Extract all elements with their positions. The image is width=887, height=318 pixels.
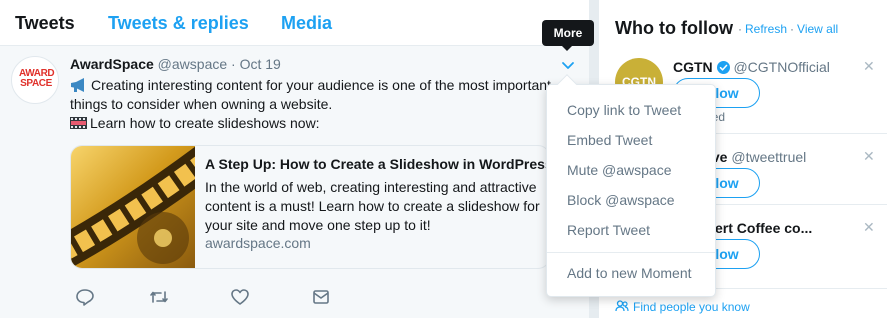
people-icon bbox=[615, 300, 629, 312]
verified-badge-icon bbox=[716, 61, 730, 74]
twitter-profile-screen: Tweets Tweets & replies Media AWARD SPAC… bbox=[0, 0, 887, 318]
dismiss-icon[interactable]: ✕ bbox=[863, 219, 875, 236]
view-all-link[interactable]: View all bbox=[797, 22, 838, 36]
avatar-logo-text: AWARD SPACE bbox=[19, 68, 55, 89]
suggestion-name[interactable]: CGTN bbox=[673, 59, 713, 75]
who-to-follow-links: · Refresh · View all bbox=[735, 22, 838, 36]
find-people-label: Find people you know bbox=[633, 300, 750, 314]
who-to-follow-title: Who to follow bbox=[615, 18, 733, 38]
tweet-text-line-3: Learn how to create slideshows now: bbox=[90, 115, 320, 131]
suggestion-handle[interactable]: @tweettruel bbox=[731, 149, 806, 165]
refresh-link[interactable]: Refresh bbox=[745, 22, 787, 36]
menu-item-copy-link[interactable]: Copy link to Tweet bbox=[567, 102, 681, 118]
avatar[interactable]: AWARD SPACE bbox=[11, 56, 59, 104]
tweet-text-line-2: things to consider when owning a website… bbox=[70, 96, 333, 112]
card-description: In the world of web, creating interestin… bbox=[205, 179, 540, 233]
card-text: A Step Up: How to Create a Slideshow in … bbox=[205, 146, 550, 268]
suggestion-name-row: CGTN @CGTNOfficial bbox=[673, 59, 830, 75]
menu-item-embed-tweet[interactable]: Embed Tweet bbox=[567, 132, 652, 148]
menu-divider bbox=[547, 252, 715, 253]
card-domain: awardspace.com bbox=[205, 235, 311, 251]
megaphone-icon bbox=[71, 78, 84, 92]
film-frames-icon bbox=[70, 117, 87, 129]
tweet-text: Creating interesting content for your au… bbox=[70, 76, 570, 133]
timeline-column: Tweets Tweets & replies Media AWARD SPAC… bbox=[0, 0, 589, 318]
heart-icon[interactable] bbox=[229, 286, 251, 308]
tweet-author-name[interactable]: AwardSpace bbox=[70, 56, 154, 72]
dismiss-icon[interactable]: ✕ bbox=[863, 148, 875, 165]
dismiss-icon[interactable]: ✕ bbox=[863, 58, 875, 75]
tweet-header-separator: · bbox=[231, 56, 236, 72]
direct-message-icon[interactable] bbox=[310, 286, 332, 308]
tweet-options-menu: Copy link to Tweet Embed Tweet Mute @aws… bbox=[546, 84, 716, 297]
retweet-icon[interactable] bbox=[148, 286, 170, 308]
tab-tweets-and-replies[interactable]: Tweets & replies bbox=[108, 13, 249, 34]
tweet-actions bbox=[66, 286, 366, 308]
header-separator: · bbox=[790, 22, 795, 36]
tab-media[interactable]: Media bbox=[281, 13, 332, 34]
chevron-down-icon[interactable] bbox=[561, 59, 575, 73]
find-people-link[interactable]: Find people you know bbox=[615, 300, 750, 314]
card-title: A Step Up: How to Create a Slideshow in … bbox=[205, 156, 550, 172]
menu-item-report[interactable]: Report Tweet bbox=[567, 222, 650, 238]
reply-icon[interactable] bbox=[74, 286, 96, 308]
profile-tabs: Tweets Tweets & replies Media bbox=[0, 0, 589, 46]
tweet-header: AwardSpace @awspace · Oct 19 bbox=[70, 56, 281, 72]
menu-item-add-to-moment[interactable]: Add to new Moment bbox=[567, 265, 692, 281]
suggestion-handle[interactable]: @CGTNOfficial bbox=[733, 59, 829, 75]
tweet-author-handle[interactable]: @awspace bbox=[158, 56, 227, 72]
link-card[interactable]: A Step Up: How to Create a Slideshow in … bbox=[70, 145, 550, 269]
menu-item-block[interactable]: Block @awspace bbox=[567, 192, 675, 208]
tweet-text-line-1: Creating interesting content for your au… bbox=[91, 77, 551, 93]
more-tooltip: More bbox=[542, 20, 594, 46]
card-film-image bbox=[71, 146, 195, 268]
header-separator: · bbox=[738, 22, 742, 36]
menu-item-mute[interactable]: Mute @awspace bbox=[567, 162, 671, 178]
tweet-date[interactable]: Oct 19 bbox=[240, 56, 281, 72]
tab-tweets[interactable]: Tweets bbox=[15, 13, 75, 34]
tweet[interactable]: AWARD SPACE AwardSpace @awspace · Oct 19… bbox=[0, 46, 589, 318]
tooltip-arrow bbox=[561, 45, 573, 51]
